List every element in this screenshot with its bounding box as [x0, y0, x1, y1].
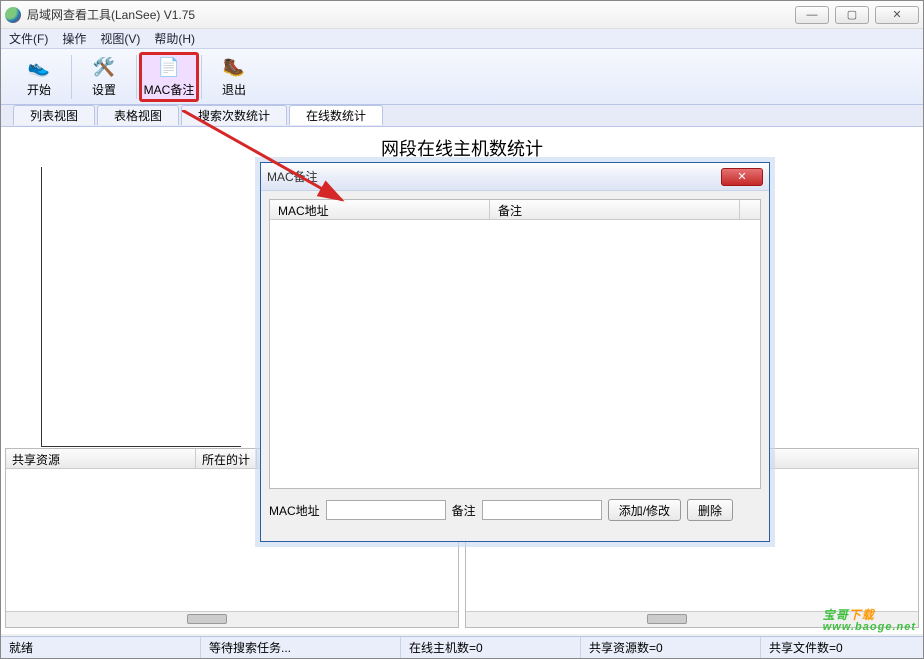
left-col1[interactable]: 共享资源 [6, 449, 196, 468]
tabbar: 列表视图 表格视图 搜索次数统计 在线数统计 [1, 105, 923, 127]
dialog-list: MAC地址 备注 [269, 199, 761, 489]
menu-operate[interactable]: 操作 [62, 30, 86, 47]
tab-grid-view[interactable]: 表格视图 [97, 105, 179, 125]
status-hosts: 在线主机数=0 [401, 637, 581, 658]
window-title: 局域网查看工具(LanSee) V1.75 [27, 6, 795, 23]
tab-list-view[interactable]: 列表视图 [13, 105, 95, 125]
exit-icon: 🥾 [222, 55, 246, 79]
dialog-col-note[interactable]: 备注 [490, 200, 740, 219]
close-button[interactable]: ✕ [875, 6, 919, 24]
gear-icon: 🛠️ [92, 55, 116, 79]
note-input[interactable] [482, 500, 602, 520]
status-ready: 就绪 [1, 637, 201, 658]
menubar: 文件(F) 操作 视图(V) 帮助(H) [1, 29, 923, 49]
note-icon: 📄 [157, 55, 181, 79]
status-wait: 等待搜索任务... [201, 637, 401, 658]
dialog-close-button[interactable]: ✕ [721, 168, 763, 186]
minimize-button[interactable]: — [795, 6, 829, 24]
mac-note-button[interactable]: 📄 MAC备注 [139, 52, 199, 102]
menu-file[interactable]: 文件(F) [9, 30, 48, 47]
mac-note-dialog: MAC备注 ✕ MAC地址 备注 MAC地址 备注 添加/修改 删除 [260, 162, 770, 542]
dialog-titlebar[interactable]: MAC备注 ✕ [261, 163, 769, 191]
separator [136, 55, 137, 99]
start-button[interactable]: 👟 开始 [9, 52, 69, 102]
dialog-title: MAC备注 [267, 168, 721, 185]
left-scrollbar[interactable] [6, 611, 458, 627]
tab-online-stats[interactable]: 在线数统计 [289, 105, 383, 125]
toolbar: 👟 开始 🛠️ 设置 📄 MAC备注 🥾 退出 [1, 49, 923, 105]
dialog-col-mac[interactable]: MAC地址 [270, 200, 490, 219]
separator [201, 55, 202, 99]
tab-search-stats[interactable]: 搜索次数统计 [181, 105, 287, 125]
mac-label: MAC地址 [269, 502, 320, 519]
left-col2[interactable]: 所在的计 [196, 449, 257, 468]
settings-button[interactable]: 🛠️ 设置 [74, 52, 134, 102]
play-icon: 👟 [27, 55, 51, 79]
statusbar: 就绪 等待搜索任务... 在线主机数=0 共享资源数=0 共享文件数=0 [1, 636, 923, 658]
chart-axes [41, 167, 241, 447]
exit-button[interactable]: 🥾 退出 [204, 52, 264, 102]
menu-view[interactable]: 视图(V) [100, 30, 140, 47]
add-modify-button[interactable]: 添加/修改 [608, 499, 681, 521]
separator [71, 55, 72, 99]
mac-input[interactable] [326, 500, 446, 520]
delete-button[interactable]: 删除 [687, 499, 733, 521]
note-label: 备注 [452, 502, 476, 519]
status-shares: 共享资源数=0 [581, 637, 761, 658]
maximize-button[interactable]: ▢ [835, 6, 869, 24]
titlebar: 局域网查看工具(LanSee) V1.75 — ▢ ✕ [1, 1, 923, 29]
right-scrollbar[interactable] [466, 611, 918, 627]
menu-help[interactable]: 帮助(H) [154, 30, 195, 47]
dialog-form: MAC地址 备注 添加/修改 删除 [269, 499, 761, 521]
status-files: 共享文件数=0 [761, 637, 851, 658]
app-icon [5, 7, 21, 23]
